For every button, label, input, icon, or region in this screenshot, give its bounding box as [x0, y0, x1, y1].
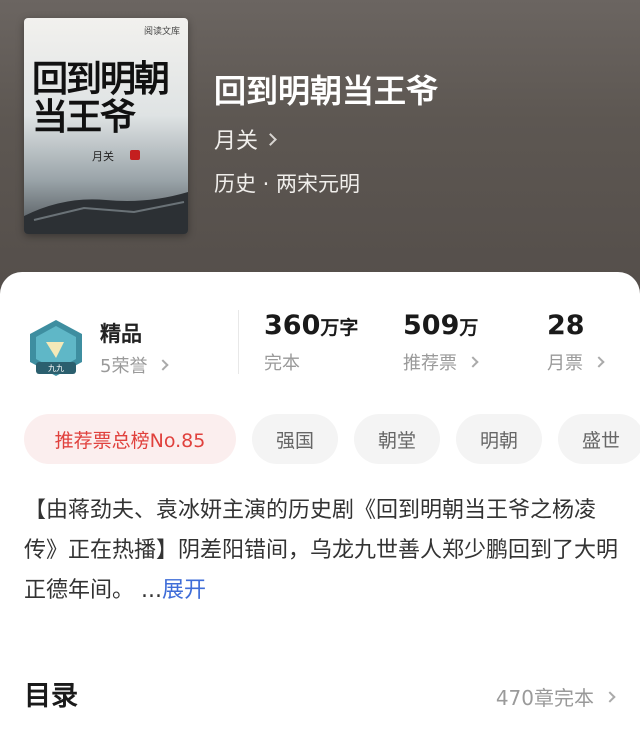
- cover-title: 回到明朝当王爷: [32, 58, 170, 138]
- author-name: 月关: [214, 129, 259, 154]
- expand-link[interactable]: 展开: [162, 578, 206, 603]
- cover-author: 月关: [92, 150, 114, 163]
- monthly-number: 28: [547, 310, 585, 341]
- recommend-number: 509: [403, 310, 460, 341]
- monthly-label-row: 月票: [547, 349, 605, 375]
- badge-text: 九九: [48, 364, 64, 373]
- chevron-right-icon: [604, 690, 616, 703]
- toc-link[interactable]: 470章完本: [495, 682, 616, 711]
- chevron-right-icon: [157, 359, 170, 371]
- chevron-right-icon: [593, 356, 605, 368]
- stat-monthly-tickets[interactable]: 28 月票: [547, 310, 605, 375]
- book-info-card: 九九 精品 5荣誉 360万字 完本 509万 推荐票 28 月票 推荐票总榜N…: [0, 272, 640, 736]
- recommend-label: 推荐票: [403, 353, 457, 374]
- honor-count: 5荣誉: [100, 356, 148, 377]
- honor-link[interactable]: 5荣誉: [100, 352, 170, 378]
- recommend-unit: 万: [459, 317, 479, 339]
- cover-publisher: 阅读文库: [143, 27, 180, 37]
- book-genre[interactable]: 历史 · 两宋元明: [214, 168, 360, 198]
- book-header: 阅读文库 回到明朝当王爷 月关 回到明朝当王爷 月关 历史 · 两宋元明: [0, 0, 640, 300]
- tag-item[interactable]: 强国: [252, 414, 338, 464]
- tag-rank[interactable]: 推荐票总榜No.85: [24, 414, 236, 464]
- chevron-right-icon: [264, 132, 277, 146]
- word-count-number: 360: [264, 310, 321, 341]
- toc-title[interactable]: 目录: [24, 674, 78, 713]
- divider: [238, 310, 239, 374]
- author-link[interactable]: 月关: [214, 123, 277, 155]
- description-text: 【由蒋劲夫、袁冰妍主演的历史剧《回到明朝当王爷之杨凌传》正在热播】阴差阳错间，乌…: [24, 498, 619, 603]
- tag-list: 推荐票总榜No.85 强国 朝堂 明朝 盛世: [24, 414, 640, 466]
- book-description[interactable]: 【由蒋劲夫、袁冰妍主演的历史剧《回到明朝当王爷之杨凌传》正在热播】阴差阳错间，乌…: [24, 491, 620, 611]
- tag-item[interactable]: 盛世: [558, 414, 640, 464]
- word-count-label: 完本: [264, 353, 300, 374]
- stat-word-count: 360万字 完本: [264, 310, 358, 375]
- book-title: 回到明朝当王爷: [214, 72, 439, 110]
- tag-item[interactable]: 朝堂: [354, 414, 440, 464]
- monthly-label: 月票: [547, 353, 583, 374]
- cover-seal: [130, 150, 140, 160]
- recommend-label-row: 推荐票: [403, 349, 479, 375]
- tag-item[interactable]: 明朝: [456, 414, 542, 464]
- toc-summary: 470章完本: [495, 686, 594, 710]
- book-cover[interactable]: 阅读文库 回到明朝当王爷 月关: [24, 18, 188, 234]
- honor-title: 精品: [100, 322, 142, 346]
- word-count-unit: 万字: [320, 317, 359, 339]
- chevron-right-icon: [467, 356, 479, 368]
- honor-badge-icon[interactable]: 九九: [26, 318, 86, 380]
- stat-recommend-tickets[interactable]: 509万 推荐票: [403, 310, 479, 375]
- cover-roof-illustration: [24, 192, 188, 234]
